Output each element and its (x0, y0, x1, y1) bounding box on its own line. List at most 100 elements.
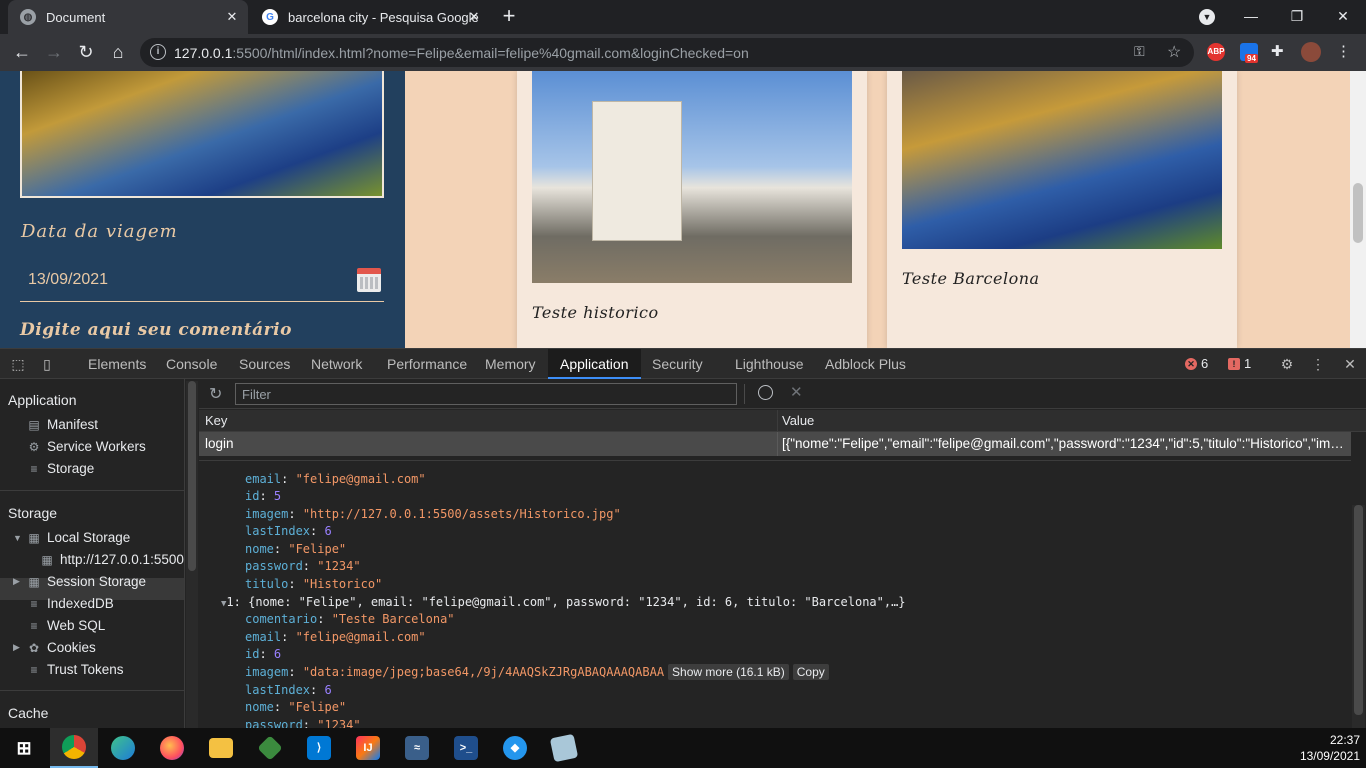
url-text[interactable]: 127.0.0.1:5500/html/index.html?nome=Feli… (174, 45, 749, 61)
filter-input[interactable] (235, 383, 737, 405)
taskbar-intellij[interactable]: IJ (344, 728, 392, 768)
sidebar-item-trust-tokens[interactable]: ≡ Trust Tokens (27, 662, 123, 677)
prop-email[interactable]: email: "felipe@gmail.com" (245, 471, 426, 488)
scrollbar-thumb[interactable] (1353, 183, 1363, 243)
prop-titulo[interactable]: titulo: "Historico" (245, 576, 382, 593)
minimize-button[interactable]: — (1228, 0, 1274, 32)
tab-performance[interactable]: Performance (375, 349, 479, 379)
trip-card-barcelona[interactable]: Teste Barcelona (887, 71, 1237, 348)
extensions-puzzle-icon[interactable]: ✚ (1271, 42, 1284, 60)
copy-button[interactable]: Copy (792, 664, 829, 680)
row-value[interactable]: [{"nome":"Felipe","email":"felipe@gmail.… (782, 436, 1347, 451)
prop-lastindex[interactable]: lastIndex: 6 (245, 682, 332, 699)
device-toolbar-icon[interactable]: ▯ (38, 355, 56, 373)
home-icon[interactable]: ⌂ (104, 38, 132, 66)
reload-icon[interactable]: ↻ (72, 38, 100, 66)
sidebar-item-service-workers[interactable]: ⚙ Service Workers (27, 439, 146, 454)
more-options-icon[interactable]: ⋮ (1309, 355, 1327, 373)
sidebar-item-manifest[interactable]: ▤ Manifest (27, 417, 98, 432)
array-item-1-summary[interactable]: ▼1: {nome: "Felipe", email: "felipe@gmai… (221, 594, 906, 611)
table-row[interactable]: login [{"nome":"Felipe","email":"felipe@… (199, 432, 1351, 456)
column-divider[interactable] (777, 410, 778, 432)
clear-all-icon[interactable] (758, 385, 773, 400)
sidebar-item-session-storage[interactable]: ▶ ▦ Session Storage (13, 574, 146, 589)
show-more-button[interactable]: Show more (16.1 kB) (668, 664, 789, 680)
prop-imagem[interactable]: imagem: "http://127.0.0.1:5500/assets/Hi… (245, 506, 621, 523)
prop-password[interactable]: password: "1234" (245, 558, 361, 575)
taskbar-edge[interactable] (99, 728, 147, 768)
taskbar-powershell[interactable]: >_ (442, 728, 490, 768)
trip-date-input[interactable]: 13/09/2021 (28, 271, 108, 289)
tab-application[interactable]: Application (548, 349, 641, 379)
profile-avatar[interactable] (1301, 42, 1321, 62)
inspect-element-icon[interactable]: ⬚ (9, 355, 27, 373)
tab-adblock-plus[interactable]: Adblock Plus (813, 349, 918, 379)
prop-nome[interactable]: nome: "Felipe" (245, 541, 346, 558)
prop-email[interactable]: email: "felipe@gmail.com" (245, 629, 426, 646)
gear-icon[interactable]: ⚙ (1278, 355, 1296, 373)
start-button[interactable]: ⊞ (0, 728, 48, 768)
page-scrollbar[interactable] (1350, 71, 1366, 348)
new-tab-button[interactable]: + (498, 5, 520, 27)
collapsed-triangle-icon[interactable]: ▶ (13, 642, 23, 653)
system-clock[interactable]: 22:37 13/09/2021 (1300, 732, 1360, 764)
issue-count-badge[interactable]: ! 1 (1228, 355, 1251, 373)
calendar-icon[interactable] (357, 268, 381, 292)
tab-elements[interactable]: Elements (76, 349, 158, 379)
prop-imagem[interactable]: imagem: "data:image/jpeg;base64,/9j/4AAQ… (245, 664, 829, 681)
tab-memory[interactable]: Memory (473, 349, 548, 379)
prop-id[interactable]: id: 5 (245, 488, 281, 505)
browser-menu-icon[interactable]: ⋮ (1336, 42, 1351, 60)
sidebar-item-indexeddb[interactable]: ≡ IndexedDB (27, 596, 113, 611)
tab-console[interactable]: Console (154, 349, 229, 379)
row-key[interactable]: login (205, 436, 234, 451)
close-tab-icon[interactable]: ✕ (466, 9, 482, 25)
adblock-plus-icon[interactable]: ABP (1207, 43, 1225, 61)
column-value[interactable]: Value (782, 413, 814, 428)
tab-document[interactable]: ◍ Document ✕ (8, 0, 248, 34)
sidebar-item-local-storage[interactable]: ▼ ▦ Local Storage (13, 530, 130, 545)
taskbar-app-diamond[interactable] (246, 728, 294, 768)
address-bar[interactable]: i 127.0.0.1:5500/html/index.html?nome=Fe… (140, 38, 1194, 67)
delete-selected-icon[interactable]: ✕ (790, 383, 803, 401)
collapsed-triangle-icon[interactable]: ▶ (13, 576, 23, 587)
close-window-button[interactable]: ✕ (1320, 0, 1366, 32)
preview-scrollbar[interactable] (1352, 505, 1365, 729)
tab-sources[interactable]: Sources (227, 349, 302, 379)
bookmark-star-icon[interactable]: ☆ (1167, 42, 1181, 62)
sidebar-scrollbar[interactable] (186, 381, 198, 729)
expanded-triangle-icon[interactable]: ▼ (13, 533, 23, 543)
sidebar-item-web-sql[interactable]: ≡ Web SQL (27, 618, 105, 633)
site-info-icon[interactable]: i (150, 44, 166, 60)
close-devtools-icon[interactable]: ✕ (1341, 355, 1359, 373)
refresh-icon[interactable]: ↻ (209, 384, 222, 404)
error-count-badge[interactable]: ✕ 6 (1185, 355, 1208, 373)
forward-arrow-icon[interactable]: → (40, 38, 68, 66)
taskbar-vscode[interactable]: ⟩ (295, 728, 343, 768)
taskbar-firefox[interactable] (148, 728, 196, 768)
taskbar-docker[interactable]: ◆ (491, 728, 539, 768)
prop-lastindex[interactable]: lastIndex: 6 (245, 523, 332, 540)
scrollbar-thumb[interactable] (188, 381, 196, 571)
back-arrow-icon[interactable]: ← (8, 38, 36, 66)
prop-comentario[interactable]: comentario: "Teste Barcelona" (245, 611, 455, 628)
tab-search-icon[interactable]: ▼ (1199, 9, 1215, 25)
taskbar-chrome[interactable] (50, 728, 98, 768)
taskbar-app-wave[interactable]: ≈ (393, 728, 441, 768)
key-icon[interactable]: ⚿ (1134, 43, 1145, 60)
scrollbar-thumb[interactable] (1354, 505, 1363, 715)
taskbar-file-explorer[interactable] (197, 728, 245, 768)
prop-id[interactable]: id: 6 (245, 646, 281, 663)
prop-nome[interactable]: nome: "Felipe" (245, 699, 346, 716)
trip-card-historico[interactable]: Teste historico (517, 71, 867, 348)
sidebar-item-localhost-origin[interactable]: ▦ http://127.0.0.1:5500 (40, 552, 184, 567)
taskbar-app-notes[interactable] (540, 728, 588, 768)
tab-security[interactable]: Security (640, 349, 715, 379)
close-tab-icon[interactable]: ✕ (224, 9, 240, 25)
sidebar-item-storage[interactable]: ≡ Storage (27, 461, 94, 476)
restore-button[interactable]: ❐ (1274, 0, 1320, 32)
sidebar-item-cookies[interactable]: ▶ ✿ Cookies (13, 640, 96, 655)
tab-google-search[interactable]: G barcelona city - Pesquisa Google ✕ (250, 0, 490, 34)
tab-lighthouse[interactable]: Lighthouse (723, 349, 816, 379)
column-key[interactable]: Key (205, 413, 227, 428)
